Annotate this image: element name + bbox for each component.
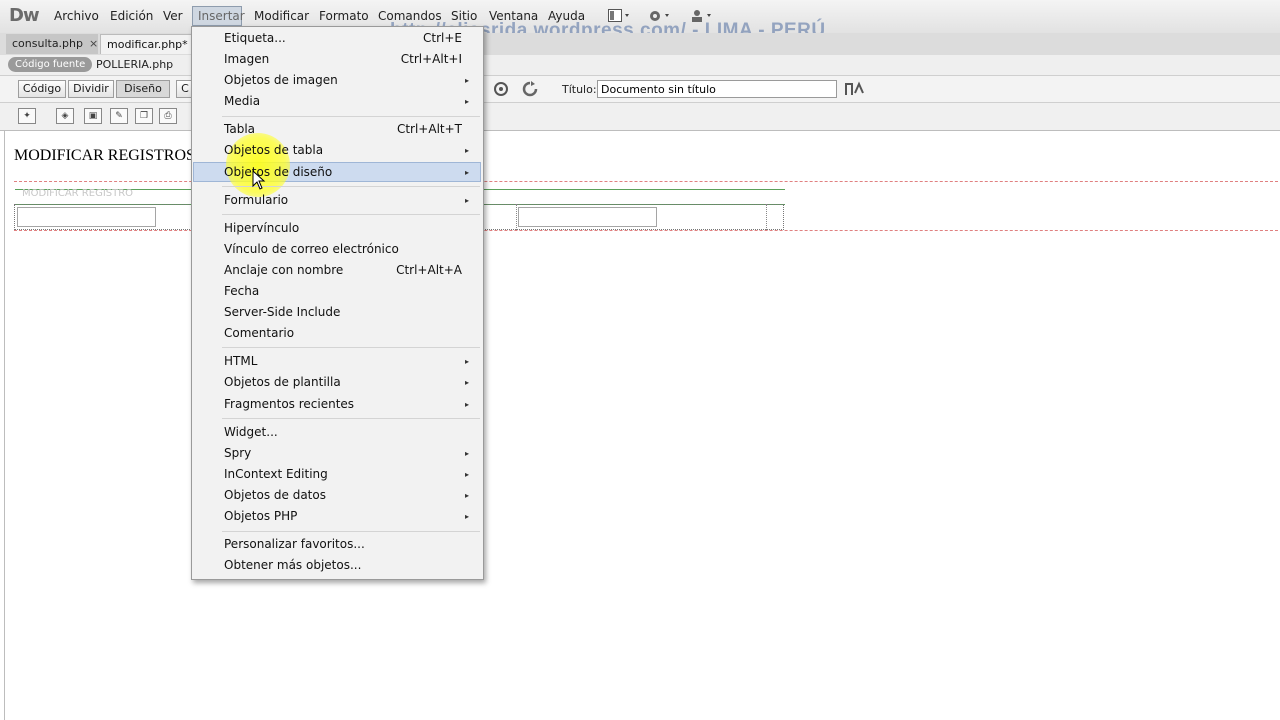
shortcut-tabla: Ctrl+Alt+T (396, 122, 462, 136)
table-caption: MODIFICAR REGISTRO (22, 188, 134, 199)
menu-modificar[interactable]: Modificar (254, 9, 309, 23)
preview-icon[interactable] (492, 81, 512, 101)
text-field[interactable] (518, 207, 657, 227)
submenu-arrow-icon: ▸ (465, 146, 470, 155)
submenu-arrow-icon: ▸ (465, 512, 470, 521)
menu-insertar[interactable]: Insertar (192, 6, 245, 26)
menu-item-objetos-de-tabla[interactable]: Objetos de tabla (224, 143, 323, 157)
menu-item-media[interactable]: Media (224, 94, 260, 108)
submenu-arrow-icon: ▸ (465, 470, 470, 479)
menu-formato[interactable]: Formato (319, 9, 369, 23)
close-icon[interactable]: × (89, 37, 98, 50)
menu-separator (222, 531, 480, 532)
menu-item-personalizar-favoritos[interactable]: Personalizar favoritos... (224, 537, 365, 551)
split-view-button[interactable]: Dividir (68, 80, 114, 98)
menu-item-objetos-de-diseno[interactable]: Objetos de diseño (224, 165, 332, 179)
submenu-arrow-icon: ▸ (465, 449, 470, 458)
refresh-icon[interactable] (522, 81, 538, 101)
page-heading: MODIFICAR REGISTROS (14, 147, 195, 164)
title-label: Título: (562, 83, 597, 96)
menu-item-vinculo-correo[interactable]: Vínculo de correo electrónico (224, 242, 399, 256)
hidden-field-icon[interactable]: ✦ (18, 108, 36, 124)
menu-item-fecha[interactable]: Fecha (224, 284, 259, 298)
menu-item-obtener-mas-objetos[interactable]: Obtener más objetos... (224, 558, 361, 572)
menu-item-anclaje[interactable]: Anclaje con nombre (224, 263, 343, 277)
source-code-button[interactable]: Código fuente (8, 57, 93, 72)
menu-item-fragmentos-recientes[interactable]: Fragmentos recientes (224, 397, 354, 411)
menu-edicion[interactable]: Edición (110, 9, 153, 23)
menu-item-imagen[interactable]: Imagen (224, 52, 269, 66)
tab-consulta[interactable]: consulta.php × (6, 34, 98, 54)
menu-item-objetos-php[interactable]: Objetos PHP (224, 509, 297, 523)
menu-item-incontext-editing[interactable]: InContext Editing (224, 467, 328, 481)
dreamweaver-logo: Dw (9, 5, 40, 26)
submenu-arrow-icon: ▸ (465, 378, 470, 387)
menu-separator (222, 214, 480, 215)
submenu-arrow-icon: ▸ (465, 76, 470, 85)
submenu-arrow-icon: ▸ (465, 97, 470, 106)
text-field[interactable] (17, 207, 156, 227)
insert-record-icon[interactable]: ▣ (84, 108, 102, 124)
menu-separator (222, 347, 480, 348)
menu-item-objetos-de-imagen[interactable]: Objetos de imagen (224, 73, 338, 87)
copy-icon[interactable]: ❐ (135, 108, 153, 124)
menu-item-html[interactable]: HTML (224, 354, 257, 368)
menu-ver[interactable]: Ver (163, 9, 183, 23)
menu-item-objetos-de-datos[interactable]: Objetos de datos (224, 488, 326, 502)
submenu-arrow-icon: ▸ (465, 400, 470, 409)
submenu-arrow-icon: ▸ (465, 357, 470, 366)
document-title-input[interactable] (597, 80, 837, 98)
cell-divider (516, 204, 517, 230)
menu-separator (222, 418, 480, 419)
menu-item-comentario[interactable]: Comentario (224, 326, 294, 340)
menu-item-etiqueta[interactable]: Etiqueta... (224, 31, 286, 45)
shortcut-etiqueta: Ctrl+E (423, 31, 462, 45)
menu-item-objetos-de-plantilla[interactable]: Objetos de plantilla (224, 375, 341, 389)
menu-archivo[interactable]: Archivo (54, 9, 99, 23)
menu-item-spry[interactable]: Spry (224, 446, 251, 460)
tab-label: consulta.php (12, 37, 83, 50)
shortcut-imagen: Ctrl+Alt+I (400, 52, 462, 66)
print-icon[interactable]: ⎙ (159, 108, 177, 124)
submenu-arrow-icon: ▸ (465, 491, 470, 500)
design-view-button[interactable]: Diseño (116, 80, 170, 98)
tab-label: modificar.php* (107, 38, 188, 51)
check-browser-icon[interactable] (843, 81, 865, 101)
mouse-cursor-icon (252, 169, 266, 190)
cell-divider (766, 204, 767, 230)
tab-modificar[interactable]: modificar.php*× (100, 34, 203, 54)
form-icon[interactable]: ◈ (56, 108, 74, 124)
menu-item-server-side-include[interactable]: Server-Side Include (224, 305, 340, 319)
related-file-link[interactable]: POLLERIA.php (96, 58, 173, 71)
update-record-icon[interactable]: ✎ (110, 108, 128, 124)
shortcut-anclaje: Ctrl+Alt+A (396, 263, 462, 277)
menu-item-hipervinculo[interactable]: Hipervínculo (224, 221, 299, 235)
code-view-button[interactable]: Código (18, 80, 66, 98)
submenu-arrow-icon: ▸ (465, 196, 470, 205)
menu-item-widget[interactable]: Widget... (224, 425, 278, 439)
menu-separator (222, 116, 480, 117)
submenu-arrow-icon: ▸ (465, 168, 470, 177)
menu-item-formulario[interactable]: Formulario (224, 193, 288, 207)
